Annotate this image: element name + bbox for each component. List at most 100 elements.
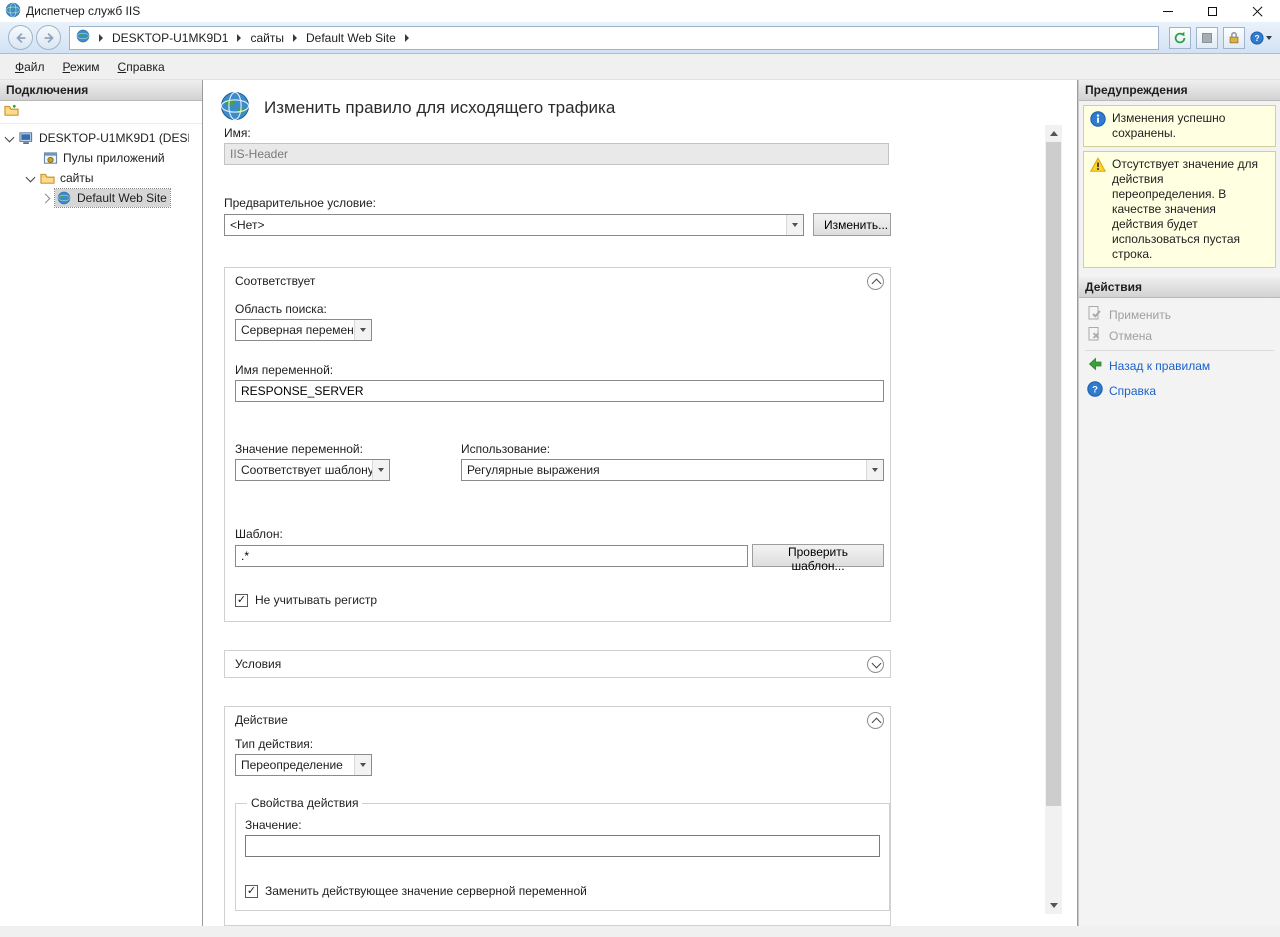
action-section-title: Действие	[235, 713, 288, 727]
replace-value-checkbox[interactable]: ✓	[245, 885, 258, 898]
conditions-section-title: Условия	[235, 657, 281, 671]
tree-label-default-web-site: Default Web Site	[77, 191, 167, 205]
iis-manager-window: Диспетчер служб IIS DESKTOP-U1MK9D1 сайт…	[0, 0, 1280, 926]
chevron-down-icon[interactable]	[26, 174, 34, 182]
address-bar: DESKTOP-U1MK9D1 сайты Default Web Site ?	[0, 22, 1280, 54]
tree-label-app-pools: Пулы приложений	[63, 151, 165, 165]
stop-icon	[1201, 32, 1213, 44]
chevron-right-icon[interactable]	[99, 34, 103, 42]
match-section-header[interactable]: Соответствует	[225, 268, 890, 294]
collapse-up-icon[interactable]	[867, 273, 884, 290]
computer-icon	[18, 130, 34, 146]
variable-value-select[interactable]: Соответствует шаблону	[235, 459, 390, 481]
refresh-button[interactable]	[1169, 27, 1191, 49]
tree-item-server[interactable]: DESKTOP-U1MK9D1 (DESKTOP	[0, 128, 202, 148]
apply-icon	[1087, 305, 1103, 324]
scroll-down-button[interactable]	[1045, 897, 1062, 914]
breadcrumb-item-server[interactable]: DESKTOP-U1MK9D1	[112, 31, 228, 45]
conditions-section-header[interactable]: Условия	[225, 651, 890, 677]
tree-item-app-pools[interactable]: Пулы приложений	[0, 148, 202, 168]
action-properties-title: Свойства действия	[247, 796, 362, 810]
variable-name-label: Имя переменной:	[235, 363, 884, 377]
actions-header: Действия	[1079, 277, 1280, 298]
back-green-arrow-icon	[1087, 356, 1103, 375]
arrow-down-icon	[1050, 903, 1058, 908]
forward-arrow-icon	[42, 31, 56, 45]
actions-panel: Предупреждения Изменения успешно сохране…	[1078, 80, 1280, 926]
tree-item-sites[interactable]: сайты	[0, 168, 202, 188]
chevron-right-icon[interactable]	[293, 34, 297, 42]
edit-precondition-button[interactable]: Изменить...	[813, 213, 891, 236]
site-globe-icon	[76, 29, 90, 46]
chevron-right-icon[interactable]	[405, 34, 409, 42]
app-globe-icon	[5, 2, 21, 21]
warning-icon	[1090, 157, 1106, 262]
ignore-case-label: Не учитывать регистр	[255, 593, 377, 607]
refresh-icon	[1173, 31, 1187, 45]
arrow-up-icon	[1050, 131, 1058, 136]
pattern-field[interactable]	[235, 545, 748, 567]
warning-alert: Отсутствует значение для действия переоп…	[1083, 151, 1276, 268]
back-arrow-icon	[14, 31, 28, 45]
create-connection-icon[interactable]	[4, 103, 19, 121]
replace-value-label: Заменить действующее значение серверной …	[265, 884, 587, 898]
cancel-action: Отмена	[1083, 325, 1276, 346]
pattern-label: Шаблон:	[235, 527, 884, 541]
selected-tree-item[interactable]: Default Web Site	[55, 189, 170, 207]
chevron-down-icon	[786, 215, 803, 235]
back-to-rules-link[interactable]: Назад к правилам	[1083, 355, 1276, 376]
stop-button[interactable]	[1196, 27, 1218, 49]
precondition-label: Предварительное условие:	[224, 196, 891, 210]
maximize-button[interactable]	[1190, 0, 1235, 22]
menu-view[interactable]: Режим	[54, 54, 109, 79]
breadcrumb-item-sites[interactable]: сайты	[250, 31, 284, 45]
scroll-up-button[interactable]	[1045, 125, 1062, 142]
back-button[interactable]	[8, 25, 33, 50]
scrollbar-thumb[interactable]	[1046, 142, 1061, 806]
chevron-down-icon	[372, 460, 389, 480]
using-select[interactable]: Регулярные выражения	[461, 459, 884, 481]
chevron-down-icon[interactable]	[5, 134, 13, 142]
tree-label-server: DESKTOP-U1MK9D1 (DESKTOP	[39, 131, 189, 145]
help-button[interactable]: ?	[1250, 27, 1272, 49]
help-icon: ?	[1250, 30, 1264, 46]
lock-button[interactable]	[1223, 27, 1245, 49]
connections-tree: DESKTOP-U1MK9D1 (DESKTOP Пулы приложений…	[0, 124, 202, 208]
vertical-scrollbar[interactable]	[1045, 125, 1062, 914]
help-link[interactable]: ? Справка	[1083, 380, 1276, 401]
close-icon	[1252, 6, 1263, 17]
connections-toolbar	[0, 101, 202, 124]
forward-button[interactable]	[36, 25, 61, 50]
window-title: Диспетчер служб IIS	[26, 4, 140, 18]
title-bar: Диспетчер служб IIS	[0, 0, 1280, 22]
tree-item-default-web-site[interactable]: Default Web Site	[0, 188, 202, 208]
minimize-button[interactable]	[1145, 0, 1190, 22]
value-label: Значение:	[245, 818, 880, 832]
precondition-select[interactable]: <Нет>	[224, 214, 804, 236]
chevron-right-icon[interactable]	[42, 194, 50, 202]
lock-icon	[1227, 31, 1241, 45]
test-pattern-button[interactable]: Проверить шаблон...	[752, 544, 884, 567]
action-section-header[interactable]: Действие	[225, 707, 890, 733]
name-label: Имя:	[224, 126, 891, 140]
action-type-select[interactable]: Переопределение	[235, 754, 372, 776]
close-button[interactable]	[1235, 0, 1280, 22]
scope-select[interactable]: Серверная переменн	[235, 319, 372, 341]
help-label: Справка	[1109, 384, 1156, 398]
breadcrumb-item-default-web-site[interactable]: Default Web Site	[306, 31, 396, 45]
collapse-up-icon[interactable]	[867, 712, 884, 729]
variable-name-field[interactable]	[235, 380, 884, 402]
match-section: Соответствует Область поиска: Серверная …	[224, 267, 891, 622]
info-alert: Изменения успешно сохранены.	[1083, 105, 1276, 147]
collapse-down-icon[interactable]	[867, 656, 884, 673]
menu-bar: Файл Режим Справка	[0, 54, 1280, 80]
ignore-case-checkbox[interactable]: ✓	[235, 594, 248, 607]
menu-help[interactable]: Справка	[109, 54, 174, 79]
help-icon: ?	[1087, 381, 1103, 400]
menu-file[interactable]: Файл	[6, 54, 54, 79]
apply-label: Применить	[1109, 308, 1171, 322]
value-field[interactable]	[245, 835, 880, 857]
breadcrumb: DESKTOP-U1MK9D1 сайты Default Web Site	[69, 26, 1159, 50]
page-title: Изменить правило для исходящего трафика	[264, 98, 615, 118]
chevron-right-icon[interactable]	[237, 34, 241, 42]
